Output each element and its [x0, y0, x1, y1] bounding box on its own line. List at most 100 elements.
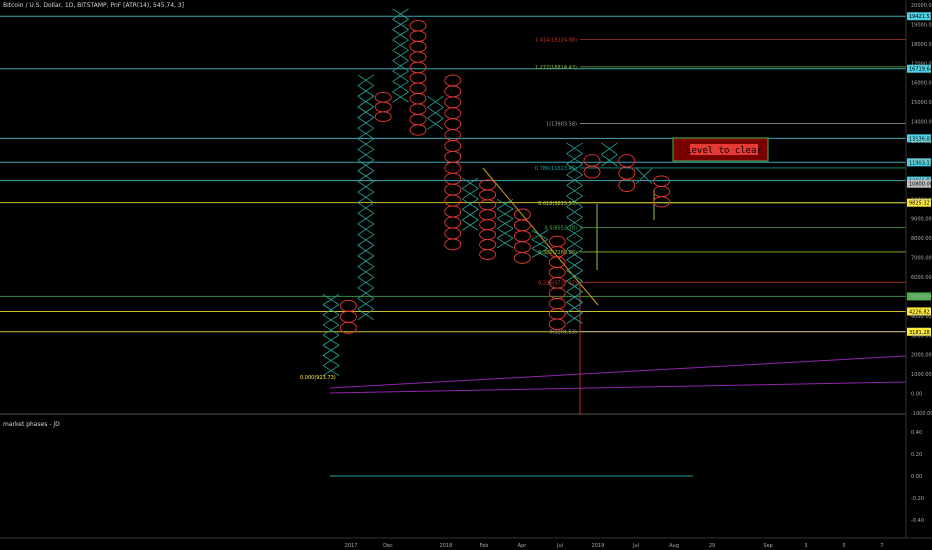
y-tick-label: 14000.00 [911, 120, 932, 126]
pnf-o-box [444, 183, 462, 196]
fib-levels: 1.414(18224.88) 1.272(16814.43) 1(13903.58… [535, 37, 906, 335]
pnf-x-box [601, 154, 618, 167]
pnf-o-box [444, 172, 462, 185]
x-tick-label: 2019 [592, 543, 605, 549]
pnf-o-box [409, 40, 427, 53]
pnf-x-box [357, 298, 375, 310]
pnf-o-box [513, 241, 531, 253]
pnf-x-box [427, 106, 444, 119]
pnf-x-box [392, 70, 409, 82]
pnf-x-box [392, 39, 409, 51]
subpanel-tick-label: -0.40 [911, 518, 924, 524]
pnf-x-box [357, 181, 375, 193]
pnf-x-box [357, 308, 375, 321]
pnf-x-box [357, 202, 375, 214]
horizontal-levels: 19421.5316719.6413136.0211903.1310960.52… [0, 12, 932, 336]
pnf-o-box [374, 111, 392, 123]
y-tick-label: 9000.00 [911, 217, 932, 223]
x-tick-label: Dec [383, 543, 393, 549]
pnf-x-box [357, 276, 375, 289]
pnf-x-box [392, 60, 409, 72]
x-tick-label: Jul [556, 543, 563, 549]
pnf-o-box [479, 199, 497, 211]
y-tick-label: 0.00 [911, 392, 922, 398]
pnf-o-box [548, 235, 566, 248]
pnf-x-box [496, 198, 514, 210]
x-tick-label: 3 [804, 543, 807, 549]
y-tick-label: 7000.00 [911, 256, 932, 262]
pnf-o-box [479, 229, 497, 241]
pnf-x-box [427, 118, 444, 130]
y-tick-label: 17000.00 [911, 61, 932, 67]
pnf-o-box [444, 227, 462, 240]
pnf-columns [322, 8, 671, 377]
x-tick-label: 2017 [345, 543, 358, 549]
pnf-o-box [409, 30, 427, 42]
pnf-o-box [339, 310, 357, 323]
pnf-x-box [635, 167, 653, 185]
x-tick-label: Apr [518, 543, 528, 549]
pnf-o-box [548, 318, 566, 330]
pnf-o-box [479, 239, 497, 251]
pnf-x-box [357, 159, 375, 172]
pnf-o-box [409, 72, 427, 84]
pnf-x-box [322, 344, 340, 356]
pnf-x-box [357, 170, 375, 182]
pnf-x-box [357, 191, 375, 203]
pnf-x-box [357, 117, 375, 129]
pnf-o-box [548, 266, 566, 279]
y-tick-label: 20000.00 [911, 3, 932, 9]
y-tick-label: 5000.00 [911, 294, 932, 300]
subpanel-title: market phases - JD [3, 421, 60, 428]
y-tick-label: 3000.00 [911, 333, 932, 339]
pnf-x-box [461, 188, 479, 200]
pnf-o-box [444, 107, 462, 120]
pnf-x-box [357, 244, 375, 257]
pnf-x-box [531, 230, 548, 240]
y-tick-label: 6000.00 [911, 275, 932, 281]
x-tick-label: 29 [709, 543, 715, 549]
pnf-o-box [548, 297, 566, 310]
x-tick-label: Jul [632, 543, 639, 549]
pnf-o-box [444, 140, 462, 152]
pnf-x-box [357, 95, 375, 108]
pnf-o-box [513, 252, 531, 264]
x-axis: 2017 Dec 2018 Feb Apr Jul 2019 Jul Aug 29 Sep 3 5 7 [345, 543, 884, 549]
pnf-o-box [444, 96, 462, 109]
pnf-o-box [444, 205, 462, 218]
y-tick-label: 2000.00 [911, 353, 932, 359]
pnf-x-box [461, 198, 479, 210]
pnf-o-box [618, 166, 636, 180]
pnf-x-box [461, 177, 479, 189]
pnf-x-box [531, 239, 548, 249]
origin-label: 0.000(923.73) [300, 375, 336, 381]
pnf-o-box [444, 238, 462, 251]
pnf-x-box [357, 106, 375, 118]
pnf-x-box [461, 219, 479, 231]
y-tick-label: 11000.00 [911, 178, 932, 184]
pnf-o-box [618, 154, 636, 168]
pnf-chart: 19421.5316719.6413136.0211903.1310960.52… [0, 0, 932, 549]
pnf-o-box [479, 179, 497, 191]
pnf-x-box [322, 304, 340, 316]
y-tick-label: 18000.00 [911, 42, 932, 48]
y-tick-label: 10000.00 [911, 197, 932, 203]
fib-label: 0.5(8552.78) [544, 225, 577, 231]
pnf-x-box [357, 255, 375, 267]
pnf-o-box [583, 154, 601, 167]
level-price-label: 16719.64 [909, 67, 932, 73]
y-tick-label: -1000.00 [911, 411, 932, 417]
pnf-o-box [374, 91, 392, 103]
y-tick-label: 4000.00 [911, 314, 932, 320]
y-tick-label: 19000.00 [911, 22, 932, 28]
pnf-o-box [444, 74, 462, 87]
pnf-x-box [566, 206, 583, 218]
pnf-x-box [566, 142, 583, 154]
pnf-x-box [322, 324, 340, 336]
y-tick-label: 15000.00 [911, 100, 932, 106]
pnf-o-box [653, 185, 671, 198]
pnf-o-box [444, 194, 462, 207]
pnf-x-box [322, 314, 340, 326]
x-tick-label: Aug [669, 543, 679, 549]
pnf-x-box [601, 142, 618, 155]
